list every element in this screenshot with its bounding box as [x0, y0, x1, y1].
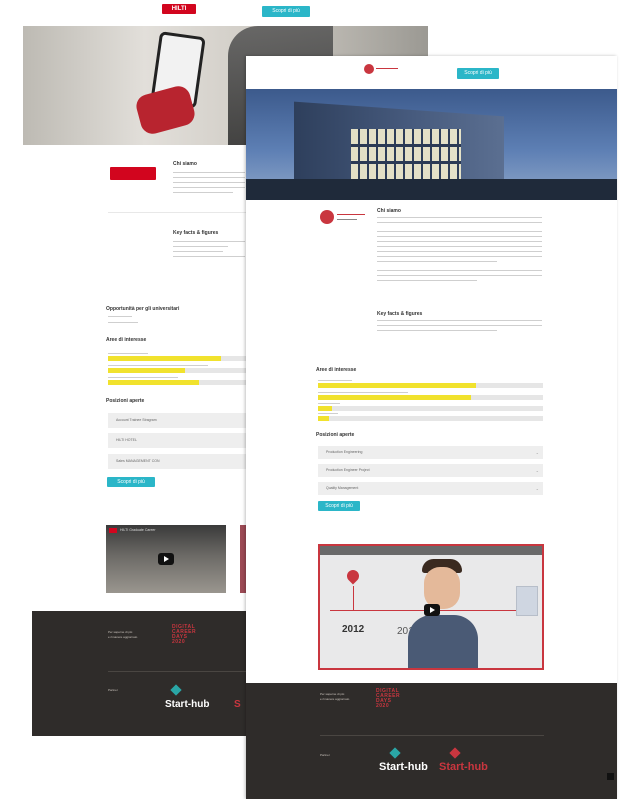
- back-starthub-logo: [170, 684, 182, 696]
- front-starthub-logo: [389, 747, 401, 759]
- front-positions-button[interactable]: Scopri di più: [318, 501, 360, 511]
- back-video-thumbnail[interactable]: HILTI Graduate Career: [106, 525, 226, 593]
- front-bar-1: [318, 383, 543, 388]
- front-video-play-icon[interactable]: [424, 604, 440, 616]
- front-aree-title: Aree di interesse: [316, 367, 357, 373]
- front-bar-3-fill: [318, 406, 332, 411]
- scroll-top-icon[interactable]: [607, 773, 614, 780]
- back-footer-logo: DIGITAL CAREER DAYS 2020: [172, 624, 197, 645]
- front-partner-name-2: Start-hub: [439, 761, 488, 773]
- back-position-item[interactable]: HILTI HOTEL: [108, 433, 246, 448]
- back-opportunities-title: Opportunità per gli universitari: [106, 306, 180, 312]
- back-bar-1-fill: [108, 356, 222, 361]
- front-video-thumbnail[interactable]: 2012 2013: [318, 544, 544, 670]
- person-image: [408, 555, 478, 668]
- back-positions-button[interactable]: Scopri di più: [107, 477, 155, 487]
- back-chi-siamo-title: Chi siamo: [173, 161, 197, 167]
- back-brand-text: HILTI: [171, 6, 187, 12]
- front-footer-logo: DIGITAL CAREER DAYS 2020: [376, 688, 401, 709]
- video-year-1: 2012: [342, 624, 365, 635]
- back-bar-2: [108, 368, 246, 373]
- back-bar-2-fill: [108, 368, 186, 373]
- front-page: Scopri di più Chi siamo Key facts & figu…: [246, 56, 617, 799]
- chevron-down-icon: ⌄: [535, 450, 539, 455]
- front-footer: Per saperne di più e rimanere aggiornato…: [246, 683, 617, 799]
- front-bar-4-fill: [318, 416, 330, 421]
- glove-image: [133, 83, 198, 137]
- back-bar-3: [108, 380, 246, 385]
- back-header-logo[interactable]: HILTI: [162, 4, 196, 14]
- back-position-item[interactable]: Sales MANAGEMENT CON: [108, 454, 246, 469]
- front-bar-3: [318, 406, 543, 411]
- front-hero-image: [246, 89, 617, 200]
- front-chi-siamo-title: Chi siamo: [377, 208, 401, 214]
- front-company-logo: [320, 210, 334, 224]
- back-key-facts-title: Key facts & figures: [173, 230, 219, 236]
- front-header-logo[interactable]: [364, 64, 374, 74]
- front-partner-icon-2: [449, 747, 461, 759]
- back-partner-name: Start-hub: [165, 699, 210, 710]
- back-position-item[interactable]: Account Trainee Stragram: [108, 413, 246, 428]
- back-bar-3-fill: [108, 380, 200, 385]
- front-partner-name-1: Start-hub: [379, 761, 428, 773]
- front-position-item[interactable]: Quality Management ⌄: [318, 482, 543, 495]
- back-video-title: HILTI Graduate Career: [120, 528, 156, 532]
- front-key-facts-title: Key facts & figures: [377, 311, 423, 317]
- back-footer: Per saperne di più e rimanere aggiornato…: [32, 611, 246, 736]
- front-position-item[interactable]: Production Engineer Project ⌄: [318, 464, 543, 477]
- back-header-button[interactable]: Scopri di più: [262, 6, 310, 17]
- front-posizioni-title: Posizioni aperte: [316, 432, 355, 438]
- front-bar-1-fill: [318, 383, 476, 388]
- chevron-down-icon: ⌄: [535, 468, 539, 473]
- back-aree-title: Aree di interesse: [106, 337, 147, 343]
- front-header-button[interactable]: Scopri di più: [457, 68, 499, 79]
- chevron-down-icon: ⌄: [535, 486, 539, 491]
- front-bar-4: [318, 416, 543, 421]
- back-bar-1: [108, 356, 246, 361]
- back-hilti-logo: [110, 167, 156, 180]
- front-bar-2: [318, 395, 543, 400]
- back-video-play-icon[interactable]: [158, 553, 174, 565]
- map-pin-icon: [344, 567, 362, 585]
- front-bar-2-fill: [318, 395, 471, 400]
- back-posizioni-title: Posizioni aperte: [106, 398, 145, 404]
- front-position-item[interactable]: Production Engineering ⌄: [318, 446, 543, 459]
